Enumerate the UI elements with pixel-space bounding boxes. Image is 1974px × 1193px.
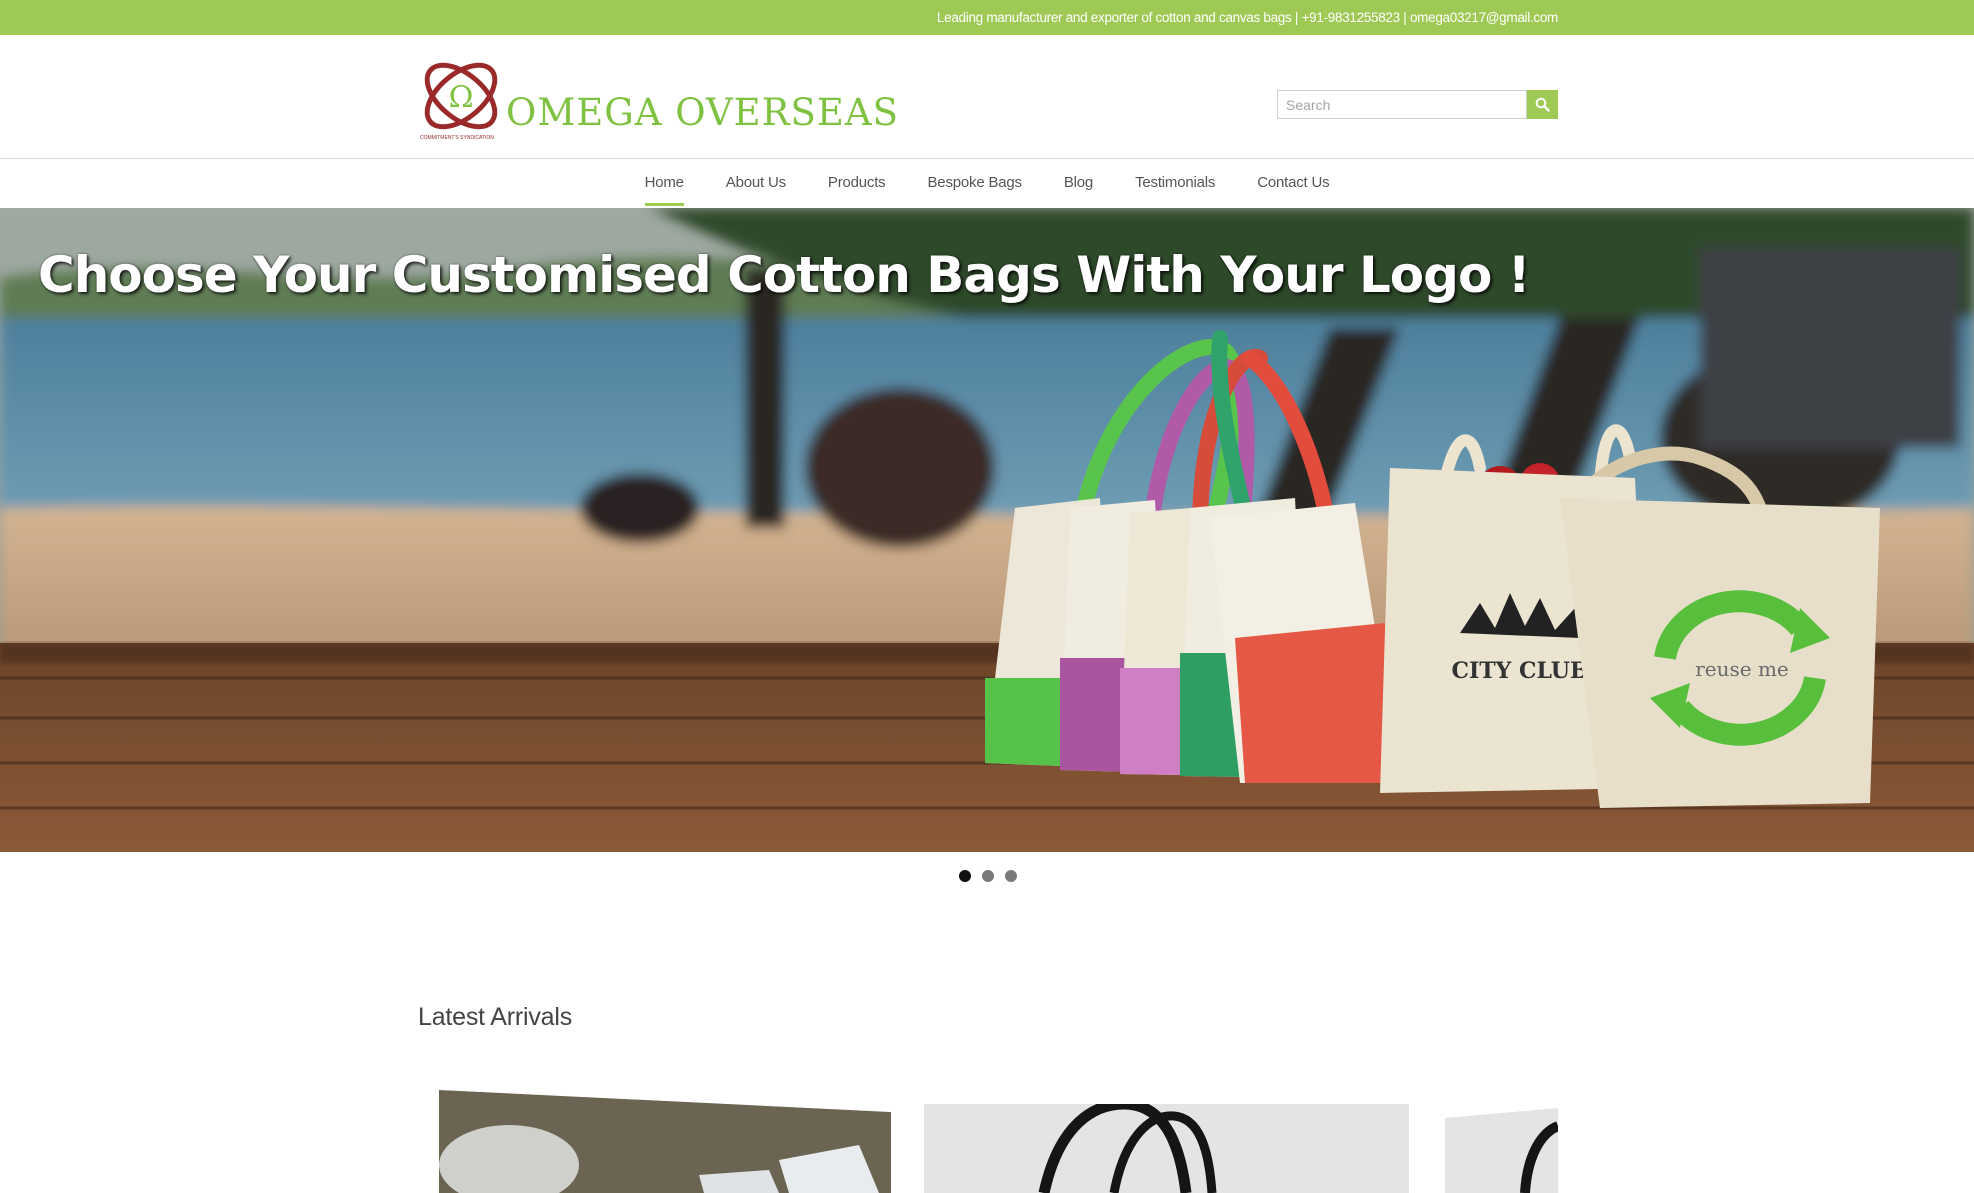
product-image-2 (924, 1104, 1409, 1193)
latest-arrivals-heading: Latest Arrivals (418, 1003, 573, 1031)
hero-slide-image: CITY CLUB reuse me (0, 208, 1974, 852)
product-image-1 (439, 1090, 891, 1193)
main-navigation: Home About Us Products Bespoke Bags Blog… (0, 159, 1974, 208)
search-input[interactable] (1277, 90, 1527, 119)
nav-item-contact-us[interactable]: Contact Us (1236, 159, 1350, 208)
product-card-1[interactable] (439, 1090, 891, 1193)
slider-dot-1[interactable] (959, 870, 971, 882)
hero-slider[interactable]: CITY CLUB reuse me Choose Your Customise… (0, 208, 1974, 852)
slider-pagination (959, 870, 1017, 882)
bag-print-city-club: CITY CLUB (1451, 658, 1588, 684)
nav-item-bespoke-bags[interactable]: Bespoke Bags (907, 159, 1043, 208)
hero-caption: Choose Your Customised Cotton Bags With … (38, 246, 1531, 304)
nav-item-home[interactable]: Home (624, 159, 705, 208)
product-image-3 (1445, 1108, 1558, 1193)
slider-dot-3[interactable] (1005, 870, 1017, 882)
search-form (1277, 90, 1558, 119)
site-logo[interactable]: Ω COMMITMENT'S SYNDICATION OMEGA OVERSEA… (418, 60, 898, 145)
nav-item-testimonials[interactable]: Testimonials (1114, 159, 1236, 208)
omega-logo-icon: Ω (424, 62, 498, 130)
logo-tagline: COMMITMENT'S SYNDICATION (420, 135, 494, 141)
product-card-2[interactable] (924, 1104, 1409, 1193)
bag-print-reuse-me: reuse me (1695, 657, 1789, 681)
top-info-bar: Leading manufacturer and exporter of cot… (0, 0, 1974, 35)
product-card-3[interactable] (1445, 1108, 1558, 1193)
nav-menu: Home About Us Products Bespoke Bags Blog… (0, 159, 1974, 208)
nav-item-blog[interactable]: Blog (1043, 159, 1114, 208)
topbar-contact-text: Leading manufacturer and exporter of cot… (936, 10, 1558, 25)
latest-arrivals-carousel (418, 1080, 1558, 1193)
svg-text:Ω: Ω (449, 80, 474, 115)
search-button[interactable] (1527, 90, 1558, 119)
logo-wordmark: OMEGA OVERSEAS (506, 91, 899, 134)
nav-item-products[interactable]: Products (807, 159, 907, 208)
search-icon (1535, 97, 1550, 112)
site-header: Ω COMMITMENT'S SYNDICATION OMEGA OVERSEA… (0, 35, 1974, 159)
slider-dot-2[interactable] (982, 870, 994, 882)
nav-item-about-us[interactable]: About Us (705, 159, 807, 208)
